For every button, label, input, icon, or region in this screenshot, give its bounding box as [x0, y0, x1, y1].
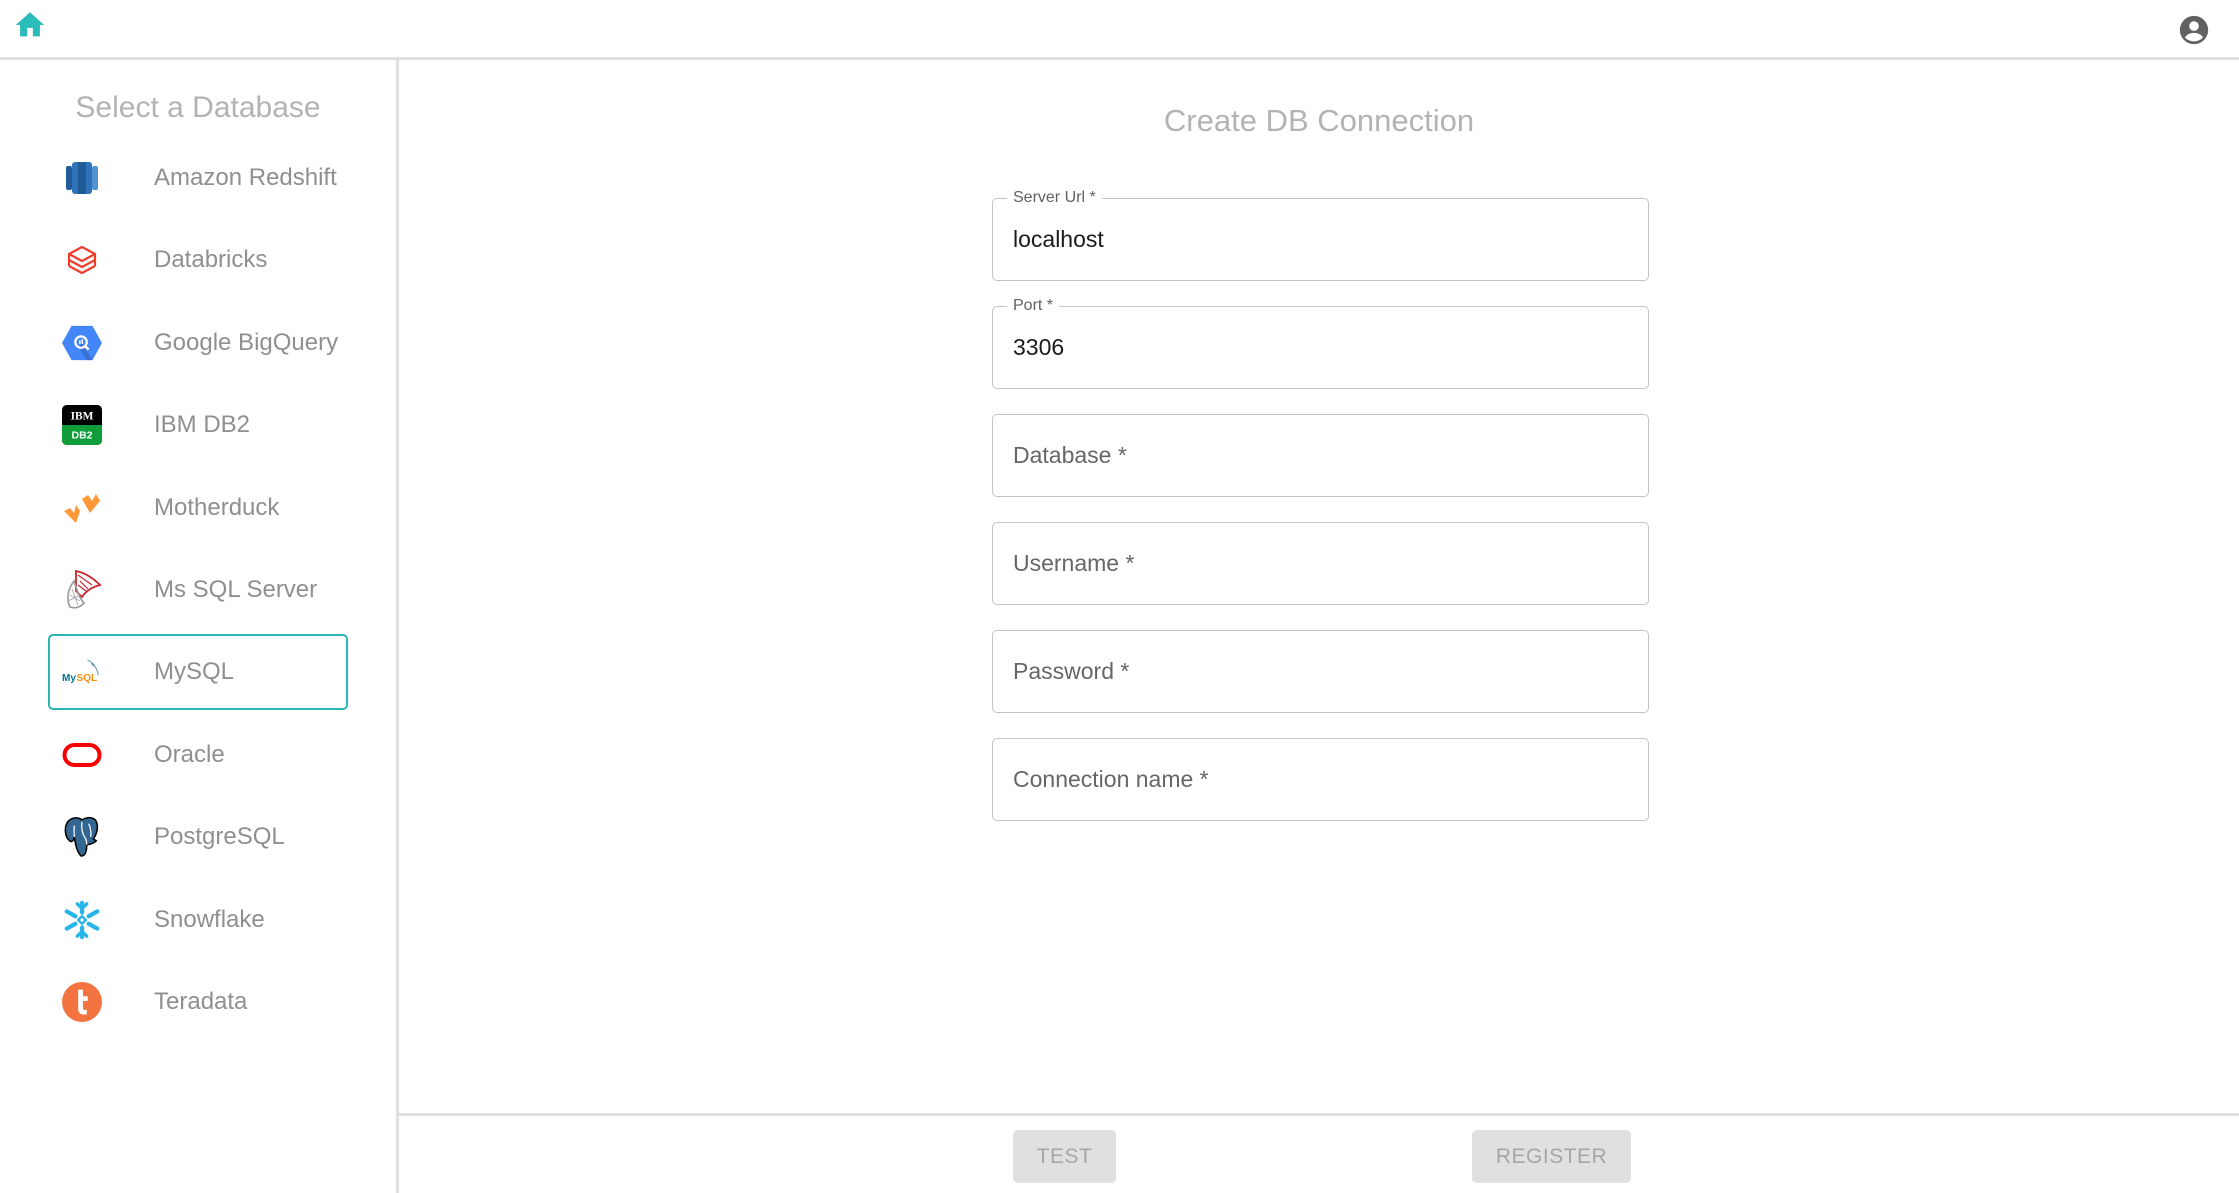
- test-button[interactable]: TEST: [1013, 1130, 1116, 1183]
- database-list: Amazon Redshift Databricks Google BigQue…: [48, 140, 348, 1046]
- db-item-snowflake[interactable]: Snowflake: [48, 882, 348, 958]
- database-field[interactable]: Database *: [992, 414, 1649, 497]
- db-item-oracle[interactable]: Oracle: [48, 717, 348, 793]
- db-item-label: Snowflake: [154, 905, 265, 933]
- db-item-teradata[interactable]: Teradata: [48, 964, 348, 1040]
- footer-divider: [399, 1113, 2239, 1116]
- db-item-label: Oracle: [154, 740, 225, 768]
- sidebar-title: Select a Database: [75, 91, 321, 124]
- db-item-amazon-redshift[interactable]: Amazon Redshift: [48, 140, 348, 216]
- google-bigquery-icon: [62, 323, 102, 363]
- motherduck-icon: [62, 488, 102, 528]
- mysql-icon: My SQL: [62, 652, 102, 692]
- db-item-ibm-db2[interactable]: IBM DB2 IBM DB2: [48, 387, 348, 463]
- db-item-motherduck[interactable]: Motherduck: [48, 470, 348, 546]
- svg-text:My: My: [62, 673, 76, 684]
- home-icon: [15, 12, 45, 37]
- password-field[interactable]: Password *: [992, 630, 1649, 713]
- port-field[interactable]: Port *: [992, 296, 1649, 389]
- sidebar-divider: [396, 60, 399, 1193]
- top-app-bar: [0, 0, 2239, 58]
- password-input[interactable]: [1013, 631, 1633, 712]
- db-item-label: Teradata: [154, 987, 248, 1015]
- db-item-label: Google BigQuery: [154, 328, 339, 356]
- teradata-icon: [62, 981, 102, 1022]
- databricks-icon: [62, 240, 102, 280]
- postgresql-icon: [62, 817, 102, 857]
- db-item-label: PostgreSQL: [154, 823, 285, 851]
- user-account-button[interactable]: [2177, 13, 2211, 47]
- username-field[interactable]: Username *: [992, 522, 1649, 605]
- db-item-label: Amazon Redshift: [154, 164, 337, 191]
- db-item-label: Motherduck: [154, 493, 280, 521]
- db-item-postgresql[interactable]: PostgreSQL: [48, 799, 348, 875]
- account-circle-icon: [2179, 15, 2209, 45]
- svg-text:IBM: IBM: [71, 410, 94, 422]
- register-button[interactable]: REGISTER: [1472, 1130, 1631, 1183]
- connection-name-input[interactable]: [1013, 739, 1633, 820]
- port-input[interactable]: [1013, 307, 1633, 388]
- db-item-label: MySQL: [154, 658, 235, 686]
- ms-sql-server-icon: [62, 569, 102, 610]
- db-item-google-bigquery[interactable]: Google BigQuery: [48, 305, 348, 381]
- svg-text:SQL: SQL: [77, 673, 98, 684]
- database-input[interactable]: [1013, 415, 1633, 496]
- amazon-redshift-icon: [62, 158, 102, 198]
- home-button[interactable]: [13, 8, 47, 42]
- db-item-label: IBM DB2: [154, 411, 251, 439]
- db-item-databricks[interactable]: Databricks: [48, 222, 348, 298]
- db-item-label: Databricks: [154, 246, 268, 274]
- page-title: Create DB Connection: [1163, 103, 1475, 138]
- oracle-icon: [62, 735, 102, 775]
- server-url-input[interactable]: [1013, 199, 1633, 280]
- db-item-ms-sql-server[interactable]: Ms SQL Server: [48, 552, 348, 628]
- db-item-mysql[interactable]: My SQL MySQL: [48, 634, 348, 711]
- svg-text:DB2: DB2: [72, 431, 93, 442]
- db-item-label: Ms SQL Server: [154, 575, 318, 603]
- server-url-field[interactable]: Server Url *: [992, 188, 1649, 281]
- ibm-db2-icon: IBM DB2: [62, 405, 102, 446]
- connection-name-field[interactable]: Connection name *: [992, 738, 1649, 821]
- username-input[interactable]: [1013, 523, 1633, 604]
- snowflake-icon: [62, 900, 102, 940]
